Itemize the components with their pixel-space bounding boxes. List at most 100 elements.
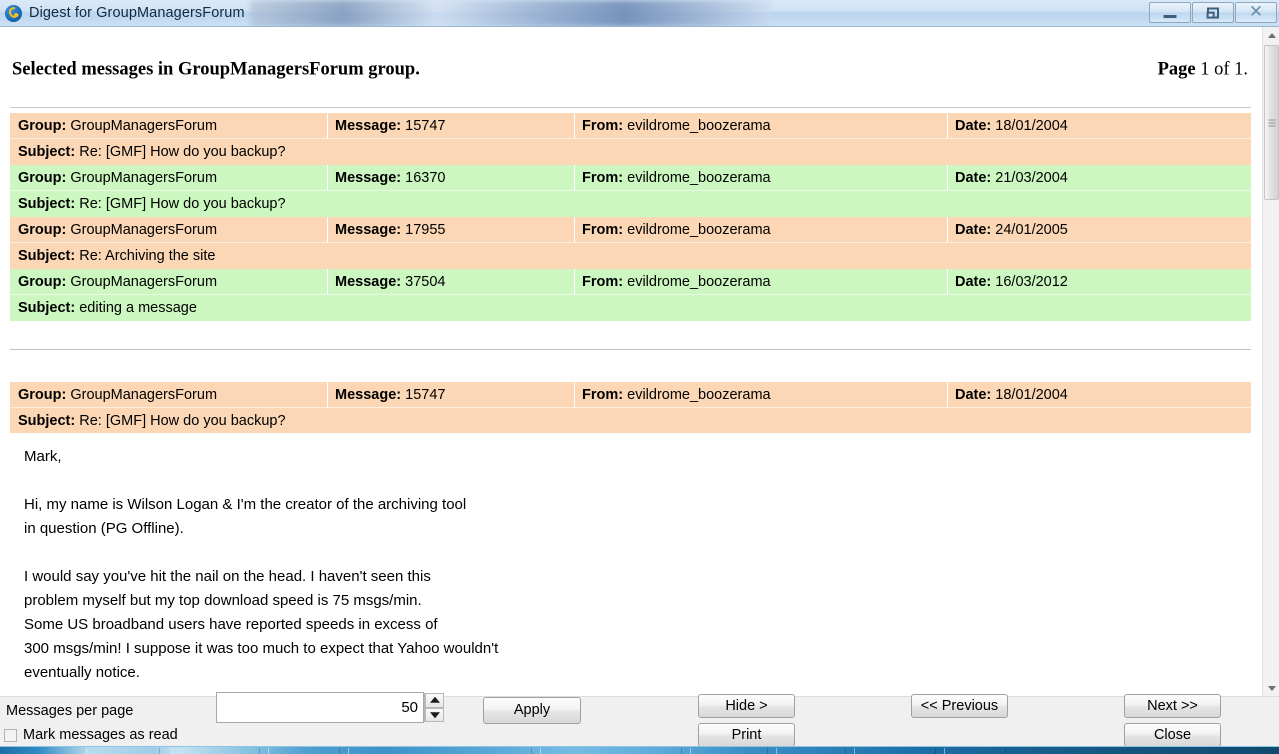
group-value: GroupManagersForum <box>70 274 218 290</box>
date-value: 18/01/2004 <box>995 118 1068 134</box>
print-button[interactable]: Print <box>698 723 795 747</box>
next-page-button[interactable]: Next >> <box>1124 694 1221 718</box>
stepper-increment-button[interactable] <box>425 693 444 708</box>
message-value: 15747 <box>405 387 446 403</box>
message-subject-cell: Subject: Re: Archiving the site <box>18 248 215 264</box>
date-value: 18/01/2004 <box>995 387 1068 403</box>
column-separator <box>327 217 328 243</box>
mark-messages-as-read-checkbox[interactable] <box>4 728 17 742</box>
message-label: Message: <box>335 170 402 186</box>
from-value: evildrome_boozerama <box>627 170 771 186</box>
list-item[interactable]: Group: GroupManagersForum Message: 17955… <box>10 217 1251 269</box>
close-window-button[interactable]: ✕ <box>1235 2 1277 23</box>
list-item[interactable]: Group: GroupManagersForum Message: 15747… <box>10 113 1251 165</box>
column-separator <box>947 382 948 408</box>
message-subject-cell: Subject: Re: [GMF] How do you backup? <box>18 144 286 160</box>
message-from-cell: From: evildrome_boozerama <box>582 274 771 290</box>
date-label: Date: <box>955 274 992 290</box>
chevron-down-icon <box>429 712 440 719</box>
column-separator <box>327 382 328 408</box>
message-from-cell: From: evildrome_boozerama <box>582 170 771 186</box>
message-body-text: Mark, Hi, my name is Wilson Logan & I'm … <box>24 448 499 681</box>
hide-button[interactable]: Hide > <box>698 694 795 718</box>
group-label: Group: <box>18 274 67 290</box>
subject-value: Re: [GMF] How do you backup? <box>79 196 286 212</box>
page-indicator-value: 1 of 1. <box>1195 59 1248 80</box>
message-date-cell: Date: 21/03/2004 <box>955 170 1068 186</box>
message-detail-panel: Group: GroupManagersForum Message: 15747… <box>10 382 1251 696</box>
scroll-thumb[interactable] <box>1264 45 1279 200</box>
group-label: Group: <box>18 170 67 186</box>
message-date-cell: Date: 16/03/2012 <box>955 274 1068 290</box>
os-taskbar[interactable] <box>0 746 1279 754</box>
date-value: 24/01/2005 <box>995 222 1068 238</box>
window-title: Digest for GroupManagersForum <box>29 5 245 21</box>
detail-divider <box>10 349 1251 350</box>
detail-subject-cell: Subject: Re: [GMF] How do you backup? <box>18 413 286 429</box>
subject-value: Re: Archiving the site <box>79 248 216 264</box>
detail-message-id-cell: Message: 15747 <box>335 387 445 403</box>
scroll-down-arrow-icon[interactable] <box>1263 679 1279 696</box>
apply-button[interactable]: Apply <box>483 697 581 724</box>
minimize-icon <box>1163 15 1177 19</box>
scroll-thumb-grip-icon <box>1268 119 1275 126</box>
vertical-scrollbar[interactable] <box>1262 27 1279 696</box>
column-separator <box>574 165 575 191</box>
bottom-toolbar <box>0 696 1279 746</box>
page-indicator: Page 1 of 1. <box>1158 60 1248 81</box>
subject-label: Subject: <box>18 196 76 212</box>
from-label: From: <box>582 387 624 403</box>
group-value: GroupManagersForum <box>70 118 218 134</box>
from-label: From: <box>582 274 624 290</box>
message-list: Group: GroupManagersForum Message: 15747… <box>10 113 1251 321</box>
subject-value: Re: [GMF] How do you backup? <box>79 413 286 429</box>
column-separator <box>327 165 328 191</box>
from-value: evildrome_boozerama <box>627 274 771 290</box>
message-subject-cell: Subject: Re: [GMF] How do you backup? <box>18 196 286 212</box>
group-value: GroupManagersForum <box>70 222 218 238</box>
list-item[interactable]: Group: GroupManagersForum Message: 16370… <box>10 165 1251 217</box>
window-titlebar[interactable]: Digest for GroupManagersForum ✕ <box>0 0 1279 27</box>
minimize-button[interactable] <box>1149 2 1191 23</box>
column-separator <box>327 113 328 139</box>
message-group-cell: Group: GroupManagersForum <box>18 274 217 290</box>
messages-per-page-stepper[interactable] <box>216 692 444 723</box>
message-group-cell: Group: GroupManagersForum <box>18 170 217 186</box>
detail-from-cell: From: evildrome_boozerama <box>582 387 771 403</box>
message-id-cell: Message: 17955 <box>335 222 445 238</box>
column-separator <box>574 217 575 243</box>
message-group-cell: Group: GroupManagersForum <box>18 222 217 238</box>
message-subject-cell: Subject: editing a message <box>18 300 197 316</box>
subject-label: Subject: <box>18 300 76 316</box>
detail-date-cell: Date: 18/01/2004 <box>955 387 1068 403</box>
date-label: Date: <box>955 222 992 238</box>
previous-page-button[interactable]: << Previous <box>911 694 1008 718</box>
stepper-decrement-button[interactable] <box>425 707 444 722</box>
message-from-cell: From: evildrome_boozerama <box>582 118 771 134</box>
message-value: 16370 <box>405 170 446 186</box>
restore-button[interactable] <box>1192 2 1234 23</box>
application-window: Digest for GroupManagersForum ✕ Selected… <box>0 0 1279 754</box>
page-title: Selected messages in GroupManagersForum … <box>12 59 420 80</box>
message-label: Message: <box>335 118 402 134</box>
pg-offline-logo-icon <box>5 4 22 22</box>
message-id-cell: Message: 15747 <box>335 118 445 134</box>
scroll-up-arrow-icon[interactable] <box>1263 27 1279 44</box>
subject-label: Subject: <box>18 144 76 160</box>
from-value: evildrome_boozerama <box>627 387 771 403</box>
column-separator <box>947 113 948 139</box>
message-date-cell: Date: 18/01/2004 <box>955 118 1068 134</box>
from-label: From: <box>582 118 624 134</box>
column-separator <box>574 269 575 295</box>
message-value: 15747 <box>405 118 446 134</box>
column-separator <box>947 269 948 295</box>
mark-messages-as-read-row[interactable]: Mark messages as read <box>4 727 178 743</box>
group-label: Group: <box>18 118 67 134</box>
message-group-cell: Group: GroupManagersForum <box>18 118 217 134</box>
message-from-cell: From: evildrome_boozerama <box>582 222 771 238</box>
detail-group-cell: Group: GroupManagersForum <box>18 387 217 403</box>
messages-per-page-input[interactable] <box>217 693 424 722</box>
messages-per-page-label: Messages per page <box>6 703 134 719</box>
close-button[interactable]: Close <box>1124 723 1221 747</box>
list-item[interactable]: Group: GroupManagersForum Message: 37504… <box>10 269 1251 321</box>
